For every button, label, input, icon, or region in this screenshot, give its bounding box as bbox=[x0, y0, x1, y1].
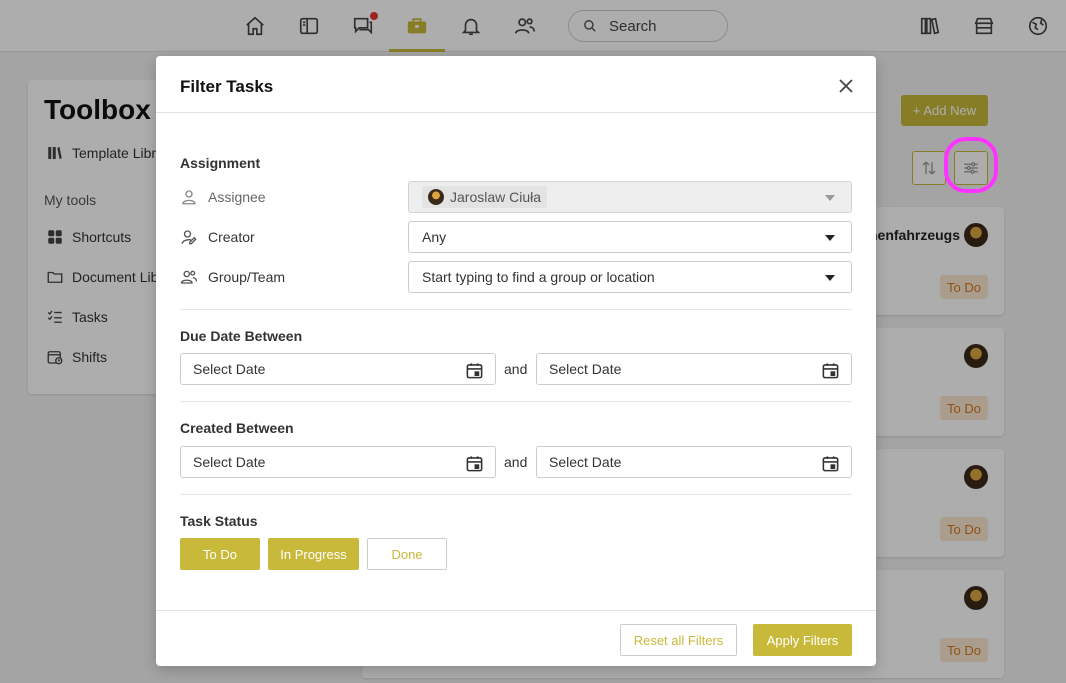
assignee-label: Assignee bbox=[180, 188, 266, 206]
assignment-section-title: Assignment bbox=[180, 155, 261, 171]
creator-select[interactable]: Any bbox=[408, 221, 852, 253]
person-icon bbox=[182, 190, 196, 205]
section-divider bbox=[180, 309, 852, 310]
filter-highlight-annotation bbox=[944, 137, 998, 193]
date-placeholder: Select Date bbox=[549, 361, 622, 377]
dialog-footer: Reset all Filters Apply Filters bbox=[156, 610, 876, 666]
created-between-section-title: Created Between bbox=[180, 420, 294, 436]
section-divider bbox=[180, 494, 852, 495]
task-status-section-title: Task Status bbox=[180, 513, 258, 529]
assignee-chip: Jaroslaw Ciuła bbox=[422, 186, 548, 208]
calendar-icon[interactable] bbox=[465, 454, 484, 473]
date-placeholder: Select Date bbox=[193, 361, 266, 377]
created-from-input[interactable]: Select Date bbox=[180, 446, 496, 478]
calendar-icon[interactable] bbox=[821, 361, 840, 380]
dialog-header: Filter Tasks bbox=[156, 56, 876, 113]
chevron-down-icon bbox=[825, 235, 835, 241]
avatar bbox=[428, 189, 444, 205]
calendar-icon[interactable] bbox=[465, 361, 484, 380]
filter-tasks-dialog: Filter Tasks Assignment Assignee Jarosla… bbox=[156, 56, 876, 666]
field-label-text: Group/Team bbox=[208, 269, 286, 285]
group-team-placeholder: Start typing to find a group or location bbox=[422, 269, 655, 285]
calendar-icon[interactable] bbox=[821, 454, 840, 473]
people-icon bbox=[180, 270, 198, 284]
apply-filters-button[interactable]: Apply Filters bbox=[753, 624, 852, 656]
assignee-select: Jaroslaw Ciuła bbox=[408, 181, 852, 213]
reset-filters-button[interactable]: Reset all Filters bbox=[620, 624, 737, 656]
date-placeholder: Select Date bbox=[193, 454, 266, 470]
due-date-section-title: Due Date Between bbox=[180, 328, 303, 344]
close-icon[interactable] bbox=[838, 78, 854, 94]
created-to-input[interactable]: Select Date bbox=[536, 446, 852, 478]
chevron-down-icon bbox=[825, 195, 835, 201]
field-label-text: Assignee bbox=[208, 189, 266, 205]
group-team-label: Group/Team bbox=[180, 268, 285, 286]
date-placeholder: Select Date bbox=[549, 454, 622, 470]
section-divider bbox=[180, 401, 852, 402]
status-toggle-in-progress[interactable]: In Progress bbox=[268, 538, 359, 570]
status-toggle-todo[interactable]: To Do bbox=[180, 538, 260, 570]
creator-label: Creator bbox=[180, 228, 255, 246]
assignee-value: Jaroslaw Ciuła bbox=[450, 189, 542, 205]
status-toggle-done[interactable]: Done bbox=[367, 538, 447, 570]
field-label-text: Creator bbox=[208, 229, 255, 245]
and-label: and bbox=[504, 361, 528, 377]
due-date-from-input[interactable]: Select Date bbox=[180, 353, 496, 385]
dialog-title: Filter Tasks bbox=[180, 77, 274, 96]
chevron-down-icon bbox=[825, 275, 835, 281]
person-edit-icon bbox=[181, 230, 197, 245]
group-team-select[interactable]: Start typing to find a group or location bbox=[408, 261, 852, 293]
and-label: and bbox=[504, 454, 528, 470]
creator-value: Any bbox=[422, 229, 447, 245]
due-date-to-input[interactable]: Select Date bbox=[536, 353, 852, 385]
